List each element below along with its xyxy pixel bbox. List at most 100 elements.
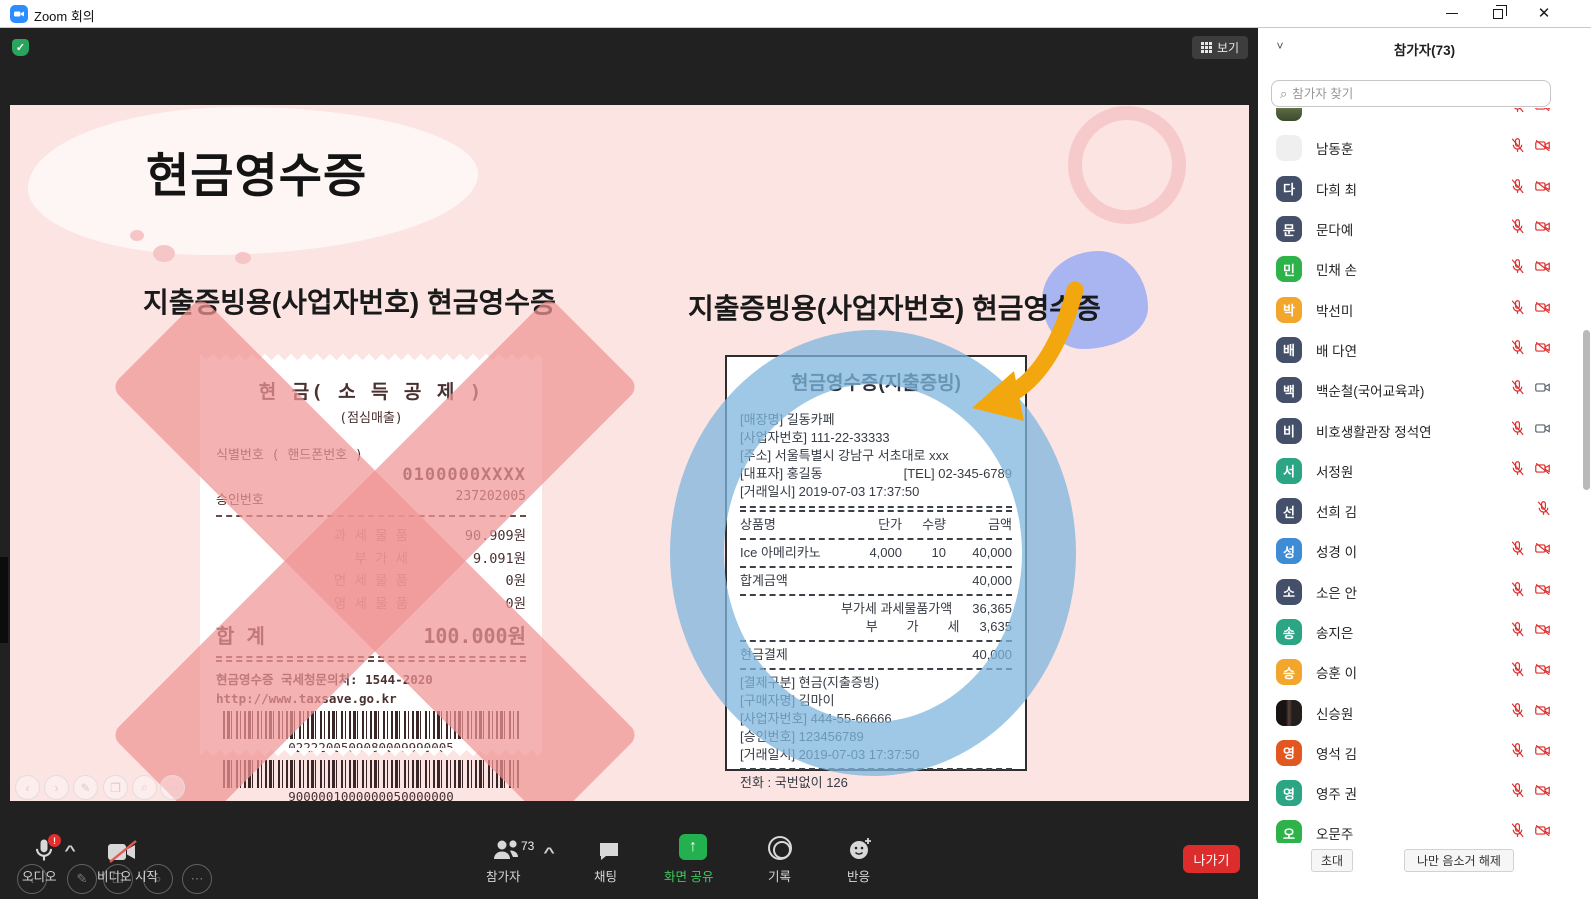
participant-row[interactable]: 남동훈 [1258,128,1576,168]
slide-next-button[interactable]: › [44,775,69,800]
participant-row[interactable]: 박박선미 [1258,289,1576,329]
participant-row[interactable]: 비비호생활관장 정석연 [1258,410,1576,450]
search-input[interactable] [1292,87,1512,101]
view-button[interactable]: 보기 [1192,36,1248,59]
close-button[interactable]: ✕ [1521,0,1567,27]
deco-dot [235,252,251,264]
avatar [1276,108,1302,121]
avatar: 문 [1276,216,1302,242]
participants-button-label[interactable]: 참가자 [486,866,521,885]
share-screen-icon[interactable]: ↑ [679,834,707,860]
avatar: 다 [1276,176,1302,202]
restore-button[interactable] [1475,0,1521,27]
scrollbar-thumb[interactable] [1583,330,1590,490]
barcode-number: 9000001000000050000000 [216,789,526,802]
participant-row[interactable]: 성성경 이 [1258,531,1576,571]
participant-row[interactable]: 배배 다연 [1258,330,1576,370]
mic-muted-icon [1509,581,1526,603]
share-screen-label[interactable]: 화면 공유 [664,866,713,885]
participant-name: 승훈 이 [1316,662,1357,682]
chat-button-label[interactable]: 채팅 [594,866,617,885]
participant-name: 영주 권 [1316,783,1357,803]
reactions-icon[interactable] [847,836,873,862]
zoom-meeting-window: Zoom 회의 ✕ ✓ 보기 현금영수증 지출증빙용(사업자번호) 현금영수증 … [0,0,1591,899]
participant-search-box[interactable]: ⌕ [1271,80,1551,107]
audio-options-caret[interactable]: ^ [64,842,75,858]
chat-icon[interactable] [597,839,621,863]
avatar [1276,700,1302,726]
participants-icon[interactable] [492,838,522,862]
slide-prev-button[interactable]: ‹ [15,775,40,800]
participant-list: 남동훈다 다희 최문문다예민민채 손박박선미배배 다연백백순철(국어교육과)비비호… [1258,108,1576,843]
more-tools-button[interactable]: ⋯ [160,775,185,800]
deco-dot [130,230,144,241]
video-off-icon[interactable] [104,840,140,864]
participants-options-caret[interactable]: ^ [543,844,554,860]
camera-on-icon [1533,420,1552,442]
deco-dot [153,245,175,262]
leave-meeting-button[interactable]: 나가기 [1183,845,1240,873]
right-receipt-heading: 지출증빙용(사업자번호) 현금영수증 [688,287,1101,327]
participant-row[interactable]: 서서정원 [1258,451,1576,491]
zoom-tool-button[interactable]: ⌕ [132,775,157,800]
item-table-row: Ice 아메리카노4,0001040,000 [740,544,1012,562]
security-shield-icon[interactable]: ✓ [12,39,29,56]
restore-icon [1493,9,1503,19]
mic-muted-icon [1509,702,1526,724]
camera-off-icon [1533,137,1552,159]
participant-row[interactable] [1258,108,1576,128]
participant-name: 남동훈 [1316,138,1353,158]
camera-off-icon [1533,460,1552,482]
participant-row[interactable]: 승승훈 이 [1258,652,1576,692]
vat-value: 3,635 [979,618,1012,636]
mic-muted-icon [1509,460,1526,482]
participant-row[interactable]: 문문다예 [1258,209,1576,249]
participant-row[interactable]: 민민채 손 [1258,249,1576,289]
participant-row[interactable]: 송송지은 [1258,612,1576,652]
participant-row[interactable]: 영영석 김 [1258,733,1576,773]
participant-row[interactable]: 신승원 [1258,692,1576,732]
participant-name: 선희 김 [1316,501,1357,521]
participant-name: 다희 최 [1316,179,1357,199]
camera-off-icon [1533,108,1552,119]
column-header: 금액 [946,516,1012,534]
participant-row[interactable]: 소 소은 안 [1258,572,1576,612]
participant-row[interactable]: 오오문주 [1258,813,1576,843]
camera-off-icon [1533,742,1552,764]
avatar: 서 [1276,458,1302,484]
record-icon[interactable] [768,836,792,860]
grid-view-icon [1201,42,1212,53]
slides-overview-button[interactable]: ❐ [103,775,128,800]
window-titlebar: Zoom 회의 ✕ [0,0,1591,28]
floating-pen-button[interactable]: ✎ [67,864,97,894]
record-button-label[interactable]: 기록 [768,866,791,885]
avatar: 박 [1276,297,1302,323]
invite-button[interactable]: 초대 [1311,849,1353,872]
unmute-self-button[interactable]: 나만 음소거 해제 [1404,849,1514,872]
mic-muted-icon [1509,661,1526,683]
participant-row[interactable]: 백백순철(국어교육과) [1258,370,1576,410]
mic-muted-icon [1509,621,1526,643]
audio-button-label[interactable]: 오디오 [22,866,57,885]
camera-off-icon [1533,258,1552,280]
receipt-title: 현금영수증(지출증빙) [740,375,1012,393]
transaction-datetime: [거래일시] 2019-07-03 17:37:50 [740,483,1012,501]
participant-row[interactable]: 영영주 권 [1258,773,1576,813]
video-button-label[interactable]: 비디오 시작 [97,866,158,885]
avatar: 오 [1276,820,1302,843]
participant-row[interactable]: 다 다희 최 [1258,169,1576,209]
camera-off-icon [1533,702,1552,724]
floating-more-button[interactable]: ⋯ [182,864,212,894]
subtotal-value: 40,000 [972,572,1012,590]
avatar: 배 [1276,337,1302,363]
participants-count: 73 [521,839,534,853]
minimize-button[interactable] [1429,0,1475,27]
cash-payment-label: 현금결제 [740,646,788,664]
pen-tool-button[interactable]: ✎ [73,775,98,800]
hotline-phone: 전화 : 국번없이 126 [740,774,1012,792]
vat-base-label: 부가세 과세물품가액 [841,600,952,618]
participant-row[interactable]: 선선희 김 [1258,491,1576,531]
reactions-button-label[interactable]: 반응 [847,866,870,885]
participant-name: 소은 안 [1316,582,1357,602]
avatar: 소 [1276,579,1302,605]
